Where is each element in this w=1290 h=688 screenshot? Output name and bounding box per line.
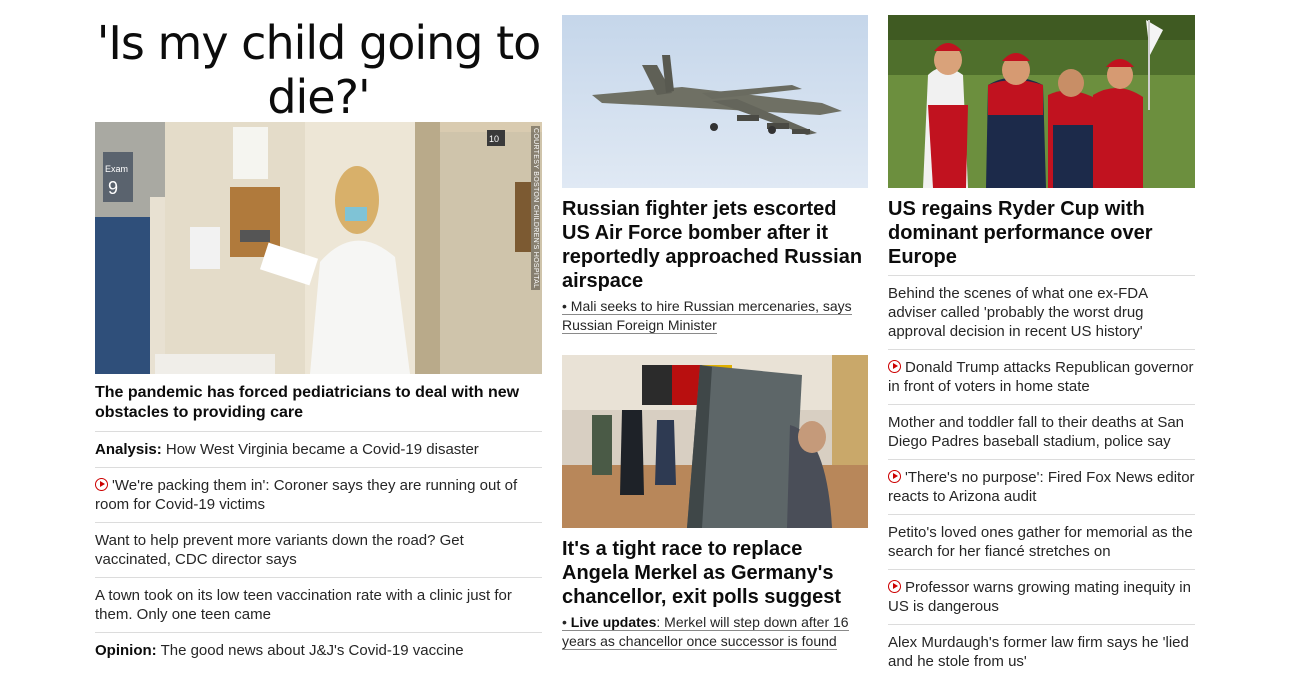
item-prefix: Opinion: [95,642,157,659]
list-item[interactable]: Donald Trump attacks Republican governor… [888,350,1195,405]
item-text: The good news about J&J's Covid-19 vacci… [160,642,464,659]
bomber-image [562,15,868,188]
live-updates-label: Live updates [570,614,657,630]
exam-room-number: 9 [108,178,118,198]
middle-column: Russian fighter jets escorted US Air For… [562,0,868,651]
item-text: 'We're packing them in': Coroner says th… [95,477,518,513]
list-item[interactable]: Alex Murdaugh's former law firm says he … [888,625,1195,679]
list-item[interactable]: Analysis: How West Virginia became a Cov… [95,432,542,468]
pediatrician-photo[interactable]: Exam 9 10 COURTESY BOSTON CHILDREN'S HOS… [95,122,542,374]
item-text: Petito's loved ones gather for memorial … [888,524,1193,560]
related-bullet[interactable]: • Live updates: Merkel will step down af… [562,613,868,651]
right-column: US regains Ryder Cup with dominant perfo… [888,0,1195,679]
list-item[interactable]: Petito's loved ones gather for memorial … [888,515,1195,570]
item-text: Professor warns growing mating inequity … [888,579,1191,615]
video-play-icon [888,360,901,373]
list-item[interactable]: A town took on its low teen vaccination … [95,578,542,633]
video-play-icon [95,478,108,491]
item-text: Mother and toddler fall to their deaths … [888,414,1185,450]
golfers-celebrating-image [888,15,1195,188]
photo-credit: COURTESY BOSTON CHILDREN'S HOSPITAL [531,126,540,291]
top-story-headline[interactable]: 'Is my child going to die?' [95,16,542,124]
item-text: Want to help prevent more variants down … [95,532,464,568]
video-play-icon [888,470,901,483]
ryder-cup-photo[interactable] [888,15,1195,188]
item-text: A town took on its low teen vaccination … [95,587,512,623]
list-item[interactable]: Mother and toddler fall to their deaths … [888,405,1195,460]
polling-station-image [562,355,868,528]
election-photo[interactable] [562,355,868,528]
bullet-marker: • [562,614,571,630]
story-headline-ryder-cup[interactable]: US regains Ryder Cup with dominant perfo… [888,197,1195,276]
right-list: Behind the scenes of what one ex-FDA adv… [888,276,1195,679]
list-item[interactable]: Behind the scenes of what one ex-FDA adv… [888,276,1195,350]
door-number: 10 [489,134,499,144]
list-item[interactable]: 'There's no purpose': Fired Fox News edi… [888,460,1195,515]
bullet-text: • Mali seeks to hire Russian mercenaries… [562,298,852,334]
related-list: Analysis: How West Virginia became a Cov… [95,432,542,668]
top-story-column: 'Is my child going to die?' Exam 9 10 CO… [95,0,542,668]
list-item[interactable]: Want to help prevent more variants down … [95,523,542,578]
item-text: How West Virginia became a Covid-19 disa… [165,441,479,458]
item-text: Donald Trump attacks Republican governor… [888,359,1194,395]
list-item[interactable]: 'We're packing them in': Coroner says th… [95,468,542,523]
pediatrician-image: Exam 9 10 [95,122,542,374]
item-text: Alex Murdaugh's former law firm says he … [888,634,1189,670]
story-headline-bomber[interactable]: Russian fighter jets escorted US Air For… [562,197,868,293]
bomber-photo[interactable] [562,15,868,188]
lead-story-link[interactable]: The pandemic has forced pediatricians to… [95,383,542,432]
list-item[interactable]: Professor warns growing mating inequity … [888,570,1195,625]
item-text: Behind the scenes of what one ex-FDA adv… [888,285,1148,340]
list-item[interactable]: Opinion: The good news about J&J's Covid… [95,633,542,668]
video-play-icon [888,580,901,593]
exam-sign-label: Exam [105,164,128,174]
related-bullet[interactable]: • Mali seeks to hire Russian mercenaries… [562,297,868,335]
item-prefix: Analysis: [95,441,162,458]
story-headline-merkel[interactable]: It's a tight race to replace Angela Merk… [562,537,868,609]
item-text: 'There's no purpose': Fired Fox News edi… [888,469,1195,505]
